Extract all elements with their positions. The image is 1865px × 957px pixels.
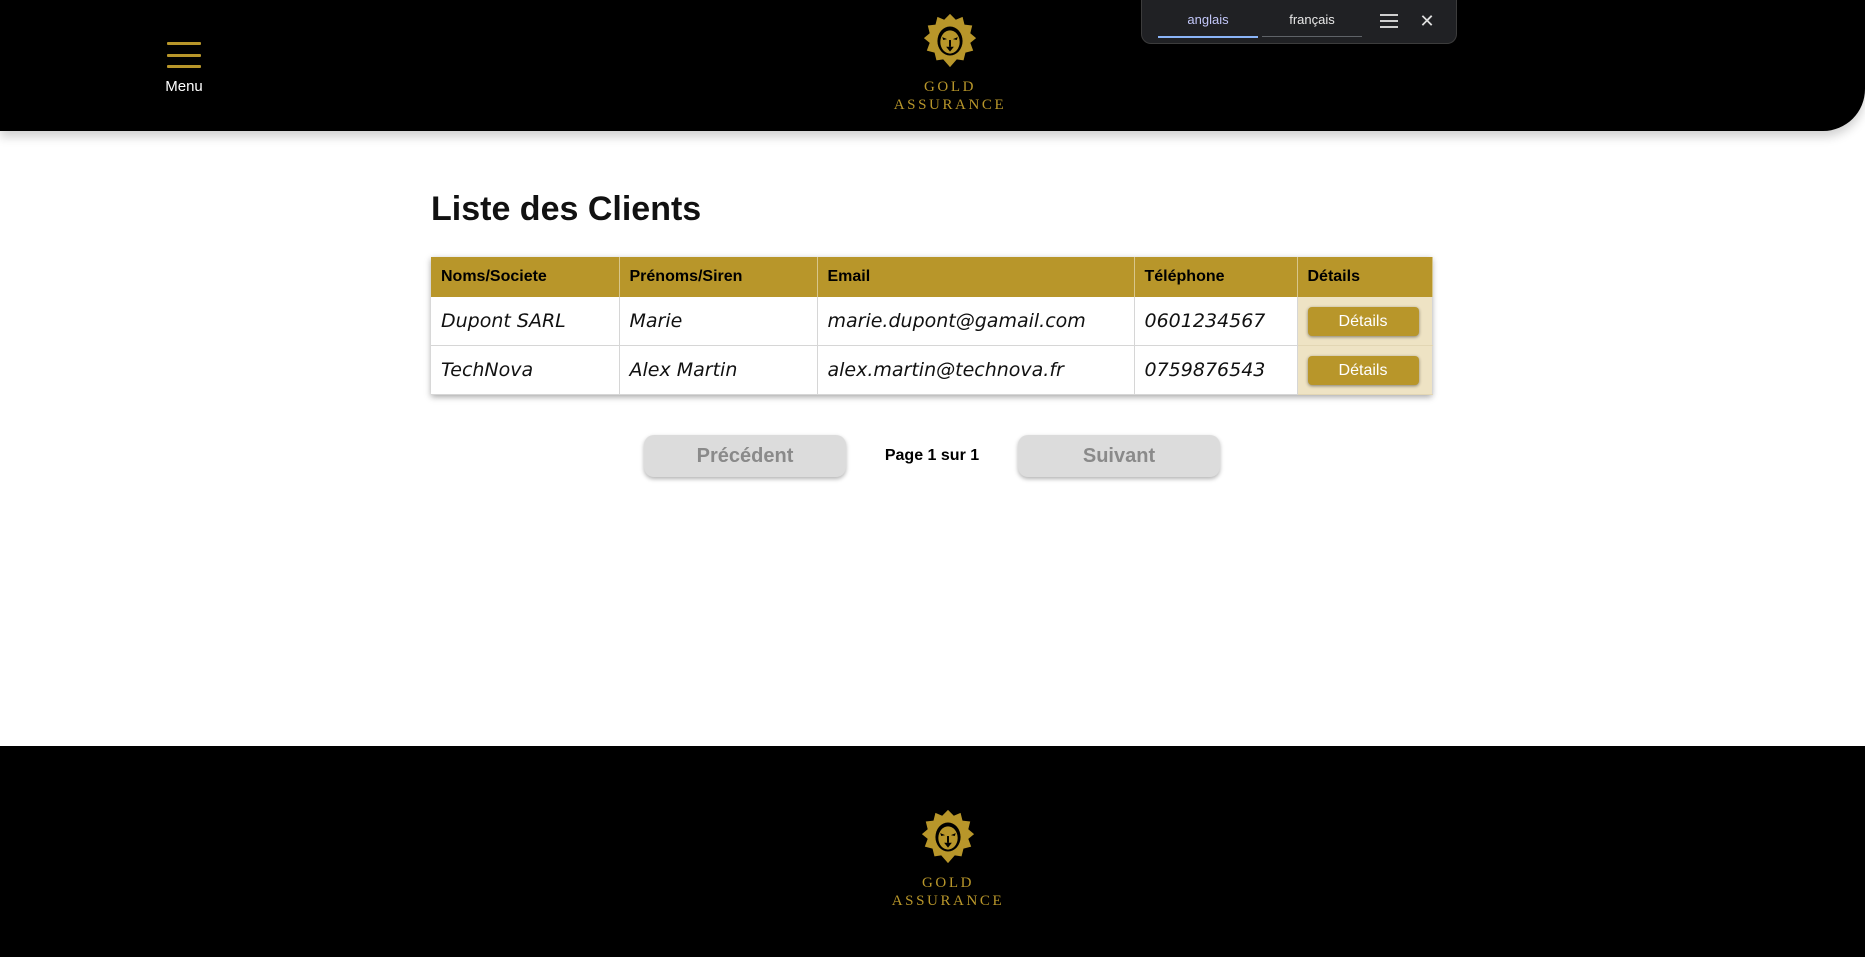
header-logo[interactable]: GOLD ASSURANCE: [880, 12, 1020, 114]
cell-telephone: 0601234567: [1134, 297, 1298, 346]
tab-anglais[interactable]: anglais: [1158, 0, 1258, 38]
cell-nom: Dupont SARL: [431, 297, 620, 346]
page: Menu GOLD ASSURANCE anglais français ✕ L…: [0, 0, 1865, 957]
previous-button[interactable]: Précédent: [644, 435, 846, 477]
details-button[interactable]: Détails: [1307, 306, 1419, 336]
menu-label: Menu: [165, 78, 203, 95]
site-footer: GOLD ASSURANCE: [0, 746, 1865, 957]
cell-email: marie.dupont@gamail.com: [817, 297, 1135, 346]
page-indicator: Page 1 sur 1: [884, 447, 980, 464]
tab-francais[interactable]: français: [1262, 0, 1362, 37]
logo-text-gold: GOLD: [923, 79, 977, 95]
next-button[interactable]: Suivant: [1018, 435, 1220, 477]
details-button[interactable]: Détails: [1307, 355, 1419, 385]
cell-details: Détails: [1297, 297, 1433, 346]
column-header-prenoms: Prénoms/Siren: [619, 257, 818, 297]
clients-table: Noms/Societe Prénoms/Siren Email Télépho…: [431, 257, 1433, 395]
page-title: Liste des Clients: [431, 190, 702, 228]
lion-head-icon: [921, 809, 975, 864]
column-header-email: Email: [817, 257, 1135, 297]
table-row: Dupont SARL Marie marie.dupont@gamail.co…: [431, 297, 1433, 346]
close-icon[interactable]: ✕: [1416, 10, 1438, 32]
column-header-telephone: Téléphone: [1134, 257, 1298, 297]
pagination: Précédent Page 1 sur 1 Suivant: [644, 435, 1220, 479]
cell-nom: TechNova: [431, 345, 620, 395]
cell-prenom: Alex Martin: [619, 345, 818, 395]
lion-head-icon: [923, 13, 977, 68]
cell-email: alex.martin@technova.fr: [817, 345, 1135, 395]
logo-text-gold: GOLD: [921, 875, 975, 891]
translate-toolbar: anglais français ✕: [1141, 0, 1457, 44]
footer-logo: GOLD ASSURANCE: [878, 808, 1018, 910]
cell-telephone: 0759876543: [1134, 345, 1298, 395]
site-header: Menu GOLD ASSURANCE anglais français ✕: [0, 0, 1865, 131]
logo-text-assurance: ASSURANCE: [893, 97, 1007, 113]
logo-text-assurance: ASSURANCE: [891, 893, 1005, 909]
translate-menu-icon[interactable]: [1378, 10, 1400, 32]
column-header-noms: Noms/Societe: [431, 257, 620, 297]
hamburger-icon: [167, 42, 201, 68]
table-header-row: Noms/Societe Prénoms/Siren Email Télépho…: [431, 257, 1433, 297]
cell-prenom: Marie: [619, 297, 818, 346]
menu-button[interactable]: Menu: [160, 42, 208, 102]
cell-details: Détails: [1297, 345, 1433, 395]
table-row: TechNova Alex Martin alex.martin@technov…: [431, 345, 1433, 395]
column-header-details: Détails: [1297, 257, 1433, 297]
